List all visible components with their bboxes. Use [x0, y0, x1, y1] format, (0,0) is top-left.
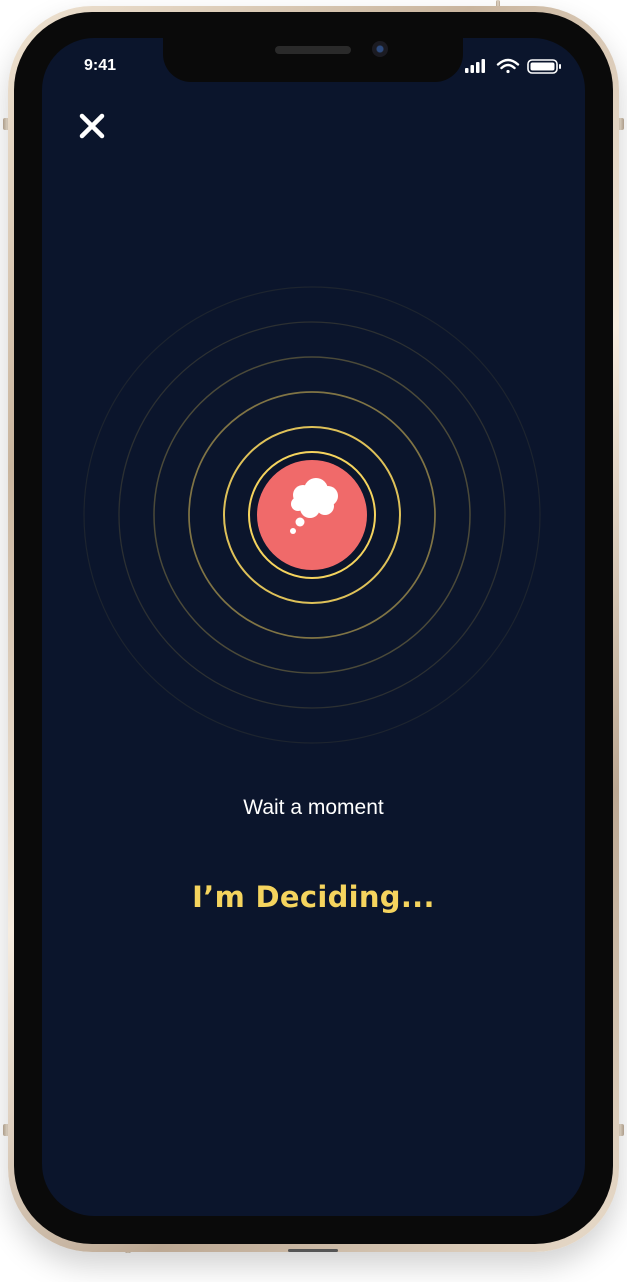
signal-icon — [465, 59, 485, 73]
deciding-title: I’m Deciding... — [192, 880, 435, 914]
status-time: 9:41 — [84, 57, 117, 74]
wait-subtitle: Wait a moment — [243, 796, 384, 819]
close-icon — [79, 113, 105, 139]
wifi-icon — [496, 58, 520, 74]
home-indicator — [288, 1249, 338, 1252]
device-stage: 9:41 Wait a moment I’m Deciding... — [0, 0, 627, 1282]
notch — [163, 38, 463, 82]
speaker-grille — [275, 46, 351, 54]
front-camera — [372, 41, 388, 57]
loading-rings — [82, 285, 542, 745]
status-icons — [465, 56, 565, 78]
close-button[interactable] — [74, 108, 110, 144]
battery-icon — [527, 59, 561, 74]
